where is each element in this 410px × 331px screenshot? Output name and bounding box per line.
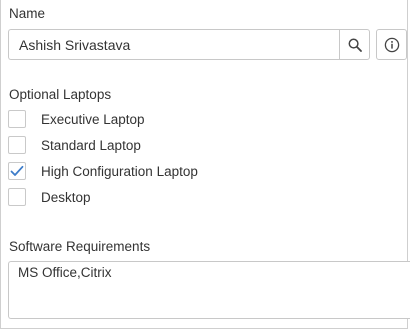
high-configuration-laptop-checkbox[interactable] — [8, 162, 26, 180]
standard-laptop-label: Standard Laptop — [41, 137, 141, 153]
search-icon — [348, 38, 362, 52]
standard-laptop-checkbox[interactable] — [8, 136, 26, 154]
name-input[interactable] — [8, 29, 339, 60]
name-input-group — [8, 29, 370, 60]
high-configuration-laptop-label: High Configuration Laptop — [41, 163, 198, 179]
software-requirements-textarea[interactable]: MS Office,Citrix — [8, 261, 410, 319]
option-high-configuration-laptop[interactable]: High Configuration Laptop — [8, 161, 198, 181]
option-executive-laptop[interactable]: Executive Laptop — [8, 109, 145, 129]
executive-laptop-label: Executive Laptop — [41, 111, 145, 127]
checkmark-icon — [10, 165, 24, 176]
desktop-checkbox[interactable] — [8, 188, 26, 206]
name-info-button[interactable] — [376, 29, 407, 60]
name-search-button[interactable] — [339, 29, 370, 60]
optional-laptops-label: Optional Laptops — [9, 87, 112, 102]
option-standard-laptop[interactable]: Standard Laptop — [8, 135, 141, 155]
name-label: Name — [9, 6, 46, 21]
software-requirements-label: Software Requirements — [9, 239, 151, 254]
executive-laptop-checkbox[interactable] — [8, 110, 26, 128]
desktop-label: Desktop — [41, 189, 91, 205]
info-icon — [384, 37, 399, 52]
option-desktop[interactable]: Desktop — [8, 187, 91, 207]
